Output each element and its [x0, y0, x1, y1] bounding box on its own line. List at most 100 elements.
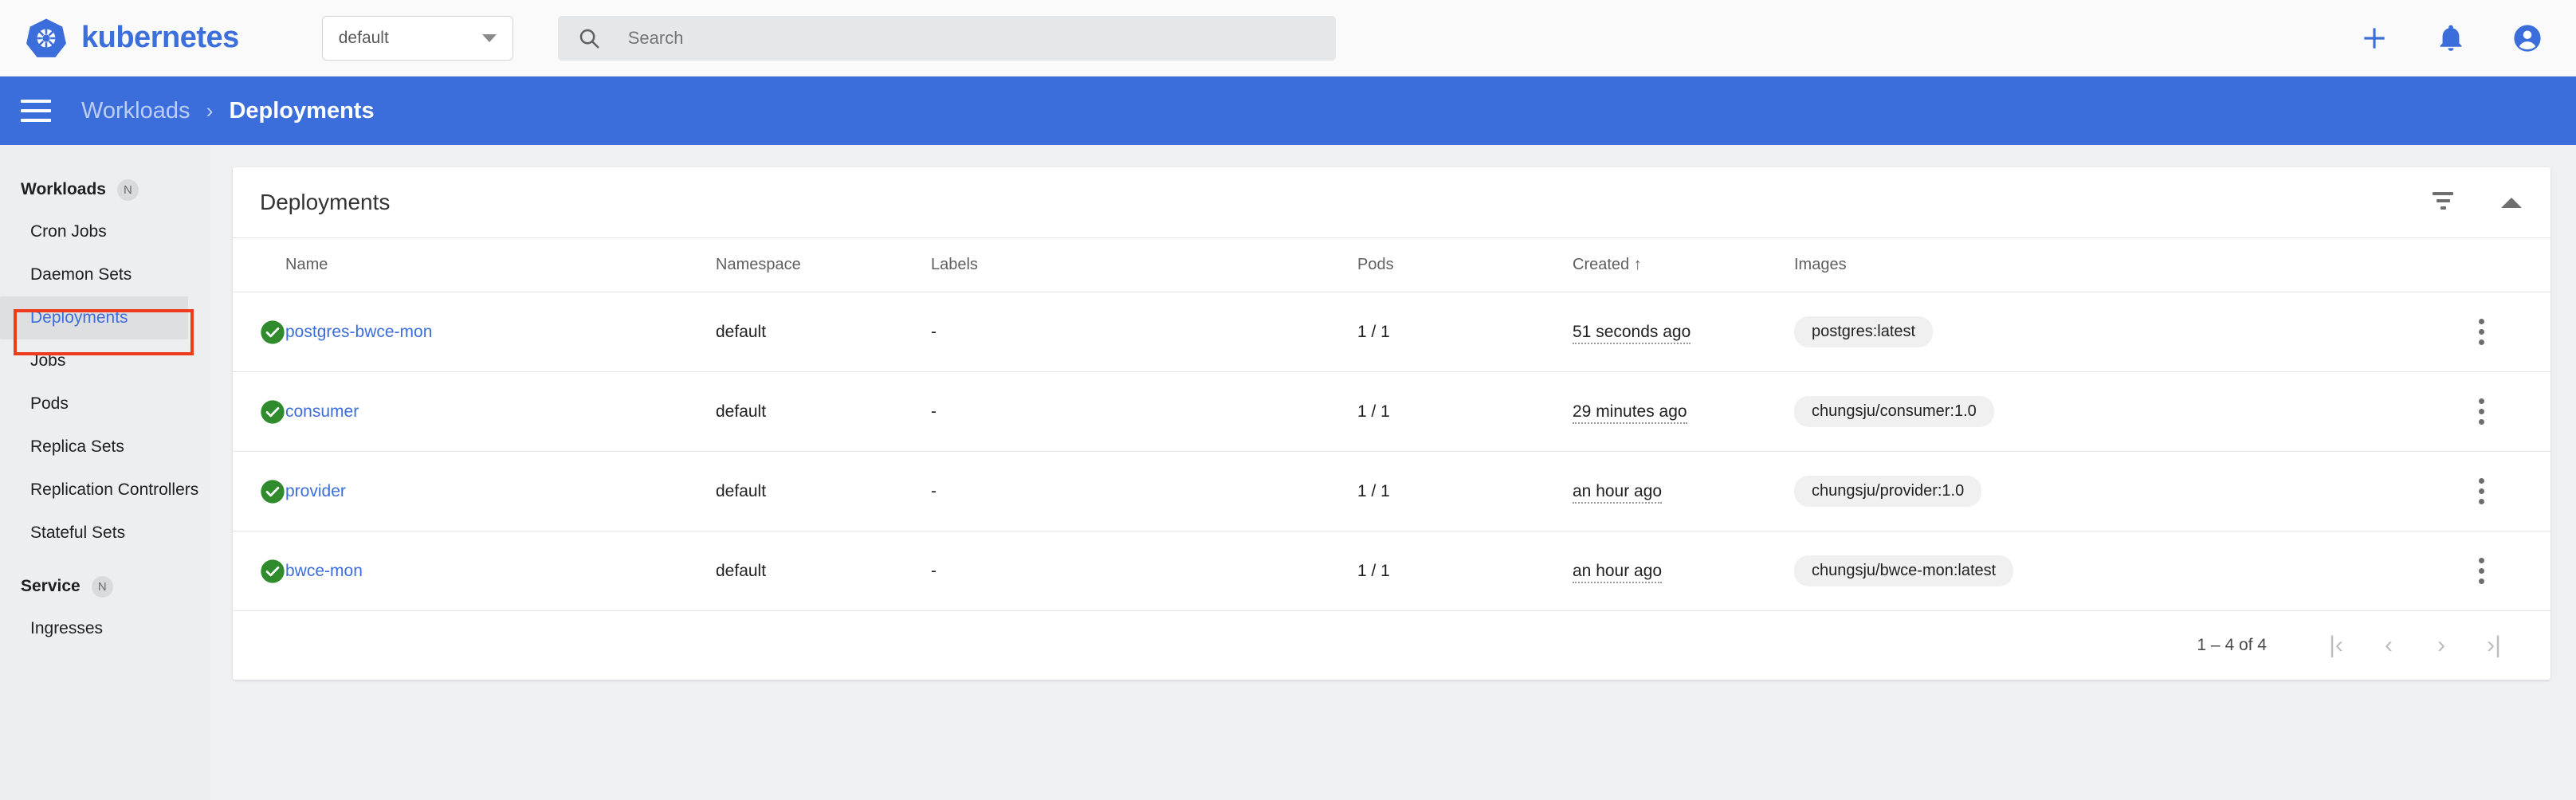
row-labels: - — [931, 292, 1357, 372]
top-app-bar: kubernetes default — [0, 0, 2576, 76]
plus-icon[interactable] — [2359, 23, 2389, 53]
table-header: Name Namespace Labels Pods Created ↑ Ima… — [233, 237, 2550, 292]
table-row[interactable]: postgres-bwce-mon default - 1 / 1 51 sec… — [233, 292, 2550, 372]
sidebar-item-label: Cron Jobs — [30, 222, 107, 241]
sidebar-item-label: Stateful Sets — [30, 524, 126, 542]
sidebar-item-label: Deployments — [30, 308, 128, 327]
page-body: Workloads N Cron Jobs Daemon Sets Deploy… — [0, 145, 2576, 800]
sidebar-item-deployments[interactable]: Deployments — [0, 296, 188, 339]
main-content: Deployments Name Namespace Labels Pods C… — [210, 145, 2576, 800]
hamburger-menu-icon[interactable] — [21, 100, 51, 122]
brand-logo[interactable]: kubernetes — [26, 18, 239, 59]
column-header-images[interactable]: Images — [1794, 237, 2479, 292]
sidebar-section-badge: N — [116, 178, 139, 201]
card-header-actions — [2429, 192, 2522, 213]
account-circle-icon[interactable] — [2512, 23, 2543, 53]
breadcrumb-current: Deployments — [229, 97, 375, 124]
check-circle-icon — [261, 320, 285, 344]
caret-up-icon[interactable] — [2501, 197, 2522, 208]
column-header-namespace[interactable]: Namespace — [716, 237, 931, 292]
sidebar-section-label: Workloads — [21, 180, 106, 198]
row-name: postgres-bwce-mon — [285, 292, 716, 372]
sidebar-item-label: Pods — [30, 394, 69, 413]
sidebar-item-replication-controllers[interactable]: Replication Controllers — [0, 469, 210, 512]
sidebar-item-ingresses[interactable]: Ingresses — [0, 607, 210, 650]
card-header: Deployments — [233, 167, 2550, 237]
row-pods: 1 / 1 — [1357, 451, 1573, 531]
row-created: 51 seconds ago — [1573, 292, 1794, 372]
table-row[interactable]: provider default - 1 / 1 an hour ago chu… — [233, 451, 2550, 531]
breadcrumb-bar: Workloads › Deployments — [0, 76, 2576, 145]
sidebar-item-label: Daemon Sets — [30, 265, 132, 284]
filter-icon[interactable] — [2429, 192, 2456, 213]
row-labels: - — [931, 531, 1357, 611]
row-images: chungsju/provider:1.0 — [1794, 451, 2479, 531]
deployment-link[interactable]: provider — [285, 482, 346, 500]
table-row[interactable]: consumer default - 1 / 1 29 minutes ago … — [233, 371, 2550, 452]
sidebar-item-label: Replica Sets — [30, 437, 124, 456]
column-header-name[interactable]: Name — [285, 237, 716, 292]
created-timestamp: an hour ago — [1573, 561, 1663, 583]
pagination-next-button[interactable]: › — [2415, 619, 2468, 672]
table-body: postgres-bwce-mon default - 1 / 1 51 sec… — [233, 292, 2550, 611]
row-labels: - — [931, 371, 1357, 452]
kubernetes-helm-logo-icon — [26, 18, 66, 57]
namespace-value: default — [338, 28, 389, 47]
row-name: consumer — [285, 371, 716, 452]
sort-ascending-icon: ↑ — [1633, 256, 1642, 273]
row-status — [233, 292, 285, 372]
row-pods: 1 / 1 — [1357, 292, 1573, 372]
row-namespace: default — [716, 292, 931, 372]
row-images: postgres:latest — [1794, 292, 2479, 372]
breadcrumb-parent[interactable]: Workloads — [81, 98, 190, 124]
more-vert-icon[interactable] — [2479, 558, 2485, 584]
more-vert-icon[interactable] — [2479, 398, 2485, 425]
breadcrumb: Workloads › Deployments — [81, 98, 375, 124]
brand-name: kubernetes — [81, 21, 239, 54]
pagination-range: 1 – 4 of 4 — [2197, 636, 2267, 654]
more-vert-icon[interactable] — [2479, 478, 2485, 504]
sidebar-item-stateful-sets[interactable]: Stateful Sets — [0, 512, 210, 555]
more-vert-icon[interactable] — [2479, 319, 2485, 345]
column-header-labels[interactable]: Labels — [931, 237, 1357, 292]
bell-icon[interactable] — [2436, 23, 2466, 53]
search-icon — [579, 29, 599, 48]
deployment-link[interactable]: postgres-bwce-mon — [285, 323, 432, 341]
column-header-pods[interactable]: Pods — [1357, 237, 1573, 292]
row-status — [233, 451, 285, 531]
search-input[interactable] — [627, 27, 1266, 49]
page-title: Deployments — [260, 190, 391, 214]
row-labels: - — [931, 451, 1357, 531]
sidebar-item-jobs[interactable]: Jobs — [0, 339, 210, 382]
chevron-down-icon — [481, 33, 497, 42]
namespace-selector[interactable]: default — [321, 15, 513, 61]
column-header-created[interactable]: Created ↑ — [1573, 237, 1794, 292]
row-namespace: default — [716, 451, 931, 531]
pagination-last-button[interactable]: ›| — [2468, 619, 2520, 672]
pagination-first-button[interactable]: |‹ — [2310, 619, 2362, 672]
column-header-status — [233, 237, 285, 292]
sidebar-item-replica-sets[interactable]: Replica Sets — [0, 425, 210, 469]
sidebar-item-daemon-sets[interactable]: Daemon Sets — [0, 253, 210, 296]
image-chip: chungsju/bwce-mon:latest — [1794, 555, 2014, 586]
sidebar-item-pods[interactable]: Pods — [0, 382, 210, 425]
sidebar-section-badge: N — [91, 575, 113, 598]
row-created: an hour ago — [1573, 531, 1794, 611]
row-pods: 1 / 1 — [1357, 531, 1573, 611]
search-box[interactable] — [557, 15, 1336, 61]
deployment-link[interactable]: consumer — [285, 402, 359, 421]
row-menu — [2479, 292, 2550, 372]
row-name: bwce-mon — [285, 531, 716, 611]
row-created: an hour ago — [1573, 451, 1794, 531]
created-timestamp: 29 minutes ago — [1573, 402, 1687, 424]
created-timestamp: 51 seconds ago — [1573, 322, 1691, 344]
pagination-prev-button[interactable]: ‹ — [2362, 619, 2415, 672]
sidebar-item-label: Ingresses — [30, 619, 104, 637]
breadcrumb-separator-icon: › — [206, 98, 214, 123]
deployment-link[interactable]: bwce-mon — [285, 562, 363, 580]
sidebar-item-cron-jobs[interactable]: Cron Jobs — [0, 210, 210, 253]
row-name: provider — [285, 451, 716, 531]
row-menu — [2479, 451, 2550, 531]
created-timestamp: an hour ago — [1573, 481, 1663, 504]
table-row[interactable]: bwce-mon default - 1 / 1 an hour ago chu… — [233, 531, 2550, 611]
